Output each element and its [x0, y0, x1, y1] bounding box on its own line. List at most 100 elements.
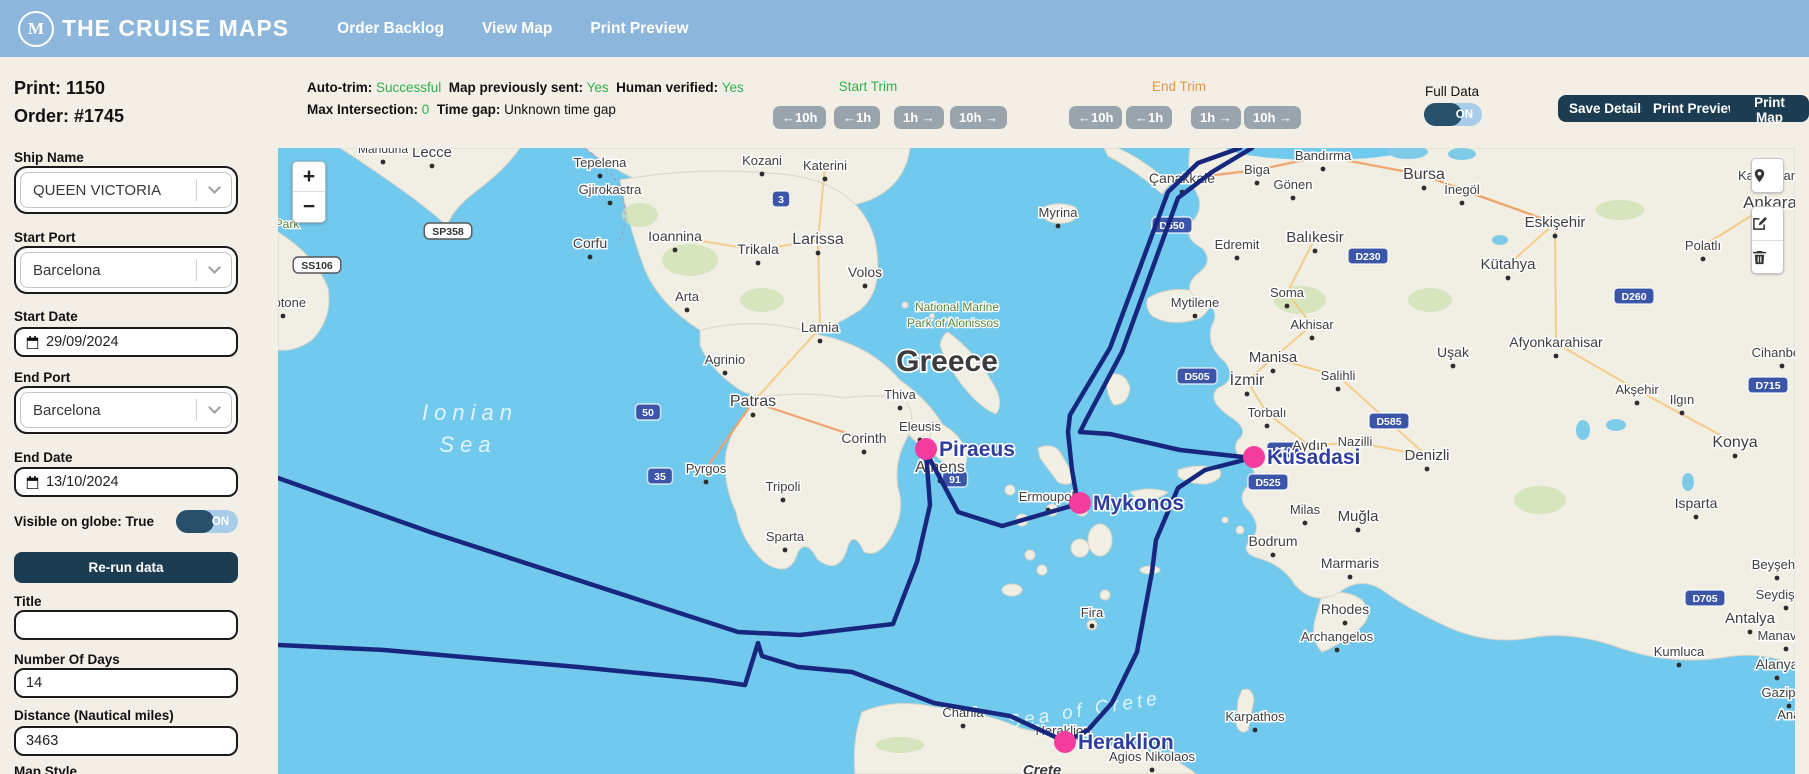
svg-text:Park of Alonissos: Park of Alonissos — [907, 316, 999, 330]
svg-text:D505: D505 — [1184, 371, 1209, 383]
svg-text:Akhisar: Akhisar — [1290, 317, 1334, 332]
sent-label: Map previously sent: — [449, 80, 583, 95]
svg-text:Sea: Sea — [439, 432, 496, 457]
trash-icon — [1752, 250, 1767, 265]
svg-text:Larissa: Larissa — [792, 231, 844, 248]
svg-text:Muğla: Muğla — [1338, 508, 1380, 525]
svg-text:Seydişehir: Seydişehir — [1756, 587, 1795, 602]
svg-text:Polatlı: Polatlı — [1685, 238, 1721, 253]
svg-text:Afyonkarahisar: Afyonkarahisar — [1509, 334, 1603, 350]
svg-text:İnegöl: İnegöl — [1444, 182, 1480, 197]
start-trim-back-1h[interactable]: ←1h — [834, 106, 880, 129]
end-date-label: End Date — [14, 450, 238, 465]
days-label: Number Of Days — [14, 652, 238, 667]
zoom-out-button[interactable]: − — [293, 192, 325, 222]
svg-text:Manisa: Manisa — [1249, 349, 1298, 366]
chevron-down-icon — [208, 181, 221, 194]
svg-text:Salihli: Salihli — [1321, 368, 1356, 383]
delete-button[interactable] — [1752, 240, 1783, 273]
full-data-toggle[interactable]: ON — [1424, 103, 1482, 126]
svg-text:Crete: Crete — [1023, 762, 1061, 774]
map-canvas[interactable]: D550D230D505D585D525D260D715D70535035911… — [278, 148, 1795, 774]
end-trim-fwd-10h[interactable]: 10h → — [1244, 106, 1301, 129]
end-trim-fwd-1h[interactable]: 1h → — [1191, 106, 1241, 129]
edit-button[interactable] — [1752, 207, 1783, 240]
nav-order-backlog[interactable]: Order Backlog — [337, 20, 444, 38]
road-badge: D230 — [1348, 248, 1388, 264]
start-date-input[interactable]: 29/09/2024 — [14, 327, 238, 357]
svg-text:Rhodes: Rhodes — [1321, 601, 1369, 617]
road-badge: D525 — [1248, 474, 1288, 490]
end-port-value: Barcelona — [33, 402, 196, 419]
svg-text:Corfu: Corfu — [573, 235, 607, 251]
end-date-value: 13/10/2024 — [46, 474, 119, 490]
port-marker-piraeus: Piraeus — [915, 438, 1015, 461]
svg-text:Thiva: Thiva — [884, 387, 917, 402]
svg-text:Agrinio: Agrinio — [705, 352, 745, 367]
visible-globe-label: Visible on globe: True — [14, 514, 154, 529]
svg-text:Uşak: Uşak — [1437, 344, 1470, 360]
order-number: Order: #1745 — [14, 106, 238, 127]
svg-text:D715: D715 — [1755, 380, 1780, 392]
end-trim-label: End Trim — [1119, 79, 1239, 94]
nav-print-preview[interactable]: Print Preview — [590, 20, 688, 38]
end-date-input[interactable]: 13/10/2024 — [14, 467, 238, 497]
print-map-button[interactable]: Print Map — [1730, 95, 1809, 122]
map-svg: D550D230D505D585D525D260D715D70535035911… — [278, 148, 1795, 774]
location-pin-button[interactable] — [1752, 159, 1783, 192]
calendar-icon — [26, 476, 39, 489]
svg-text:Katerini: Katerini — [803, 158, 847, 173]
svg-text:D230: D230 — [1355, 251, 1380, 263]
svg-text:Lamia: Lamia — [801, 319, 839, 335]
svg-text:Bursa: Bursa — [1403, 166, 1445, 183]
road-badge: D505 — [1177, 368, 1217, 384]
print-number: Print: 1150 — [14, 78, 238, 99]
visible-globe-toggle[interactable]: ON — [176, 510, 238, 533]
svg-text:Corinth: Corinth — [841, 430, 886, 446]
svg-text:Marmaris: Marmaris — [1321, 555, 1379, 571]
svg-text:Denizli: Denizli — [1404, 447, 1449, 464]
start-date-value: 29/09/2024 — [46, 334, 119, 350]
status-row-1: Auto-trim: Successful Map previously sen… — [307, 80, 744, 95]
start-trim-label: Start Trim — [808, 79, 928, 94]
svg-text:35: 35 — [654, 471, 666, 483]
end-trim-back-10h[interactable]: ←10h — [1069, 106, 1122, 129]
svg-text:Milas: Milas — [1290, 502, 1321, 517]
rerun-data-button[interactable]: Re-run data — [14, 552, 238, 583]
nav-view-map[interactable]: View Map — [482, 20, 552, 38]
edit-icon — [1752, 216, 1767, 231]
svg-text:Patras: Patras — [730, 393, 776, 410]
verified-label: Human verified: — [616, 80, 718, 95]
zoom-in-button[interactable]: + — [293, 162, 325, 192]
start-port-select[interactable]: Barcelona — [14, 246, 238, 294]
title-input[interactable] — [26, 617, 226, 633]
distance-input[interactable] — [26, 733, 226, 749]
svg-text:Lecce: Lecce — [412, 148, 452, 161]
svg-text:Ioannina: Ioannina — [648, 228, 702, 244]
svg-text:Mytilene: Mytilene — [1171, 295, 1219, 310]
ship-name-label: Ship Name — [14, 150, 238, 165]
end-trim-back-1h[interactable]: ←1h — [1126, 106, 1172, 129]
svg-text:SP358: SP358 — [432, 226, 464, 238]
svg-text:İzmir: İzmir — [1230, 370, 1265, 389]
chevron-down-icon — [208, 401, 221, 414]
select-divider — [196, 179, 197, 201]
intersection-label: Max Intersection: — [307, 102, 418, 117]
calendar-icon — [26, 336, 39, 349]
ship-name-value: QUEEN VICTORIA — [33, 182, 196, 199]
svg-text:50: 50 — [642, 407, 654, 419]
svg-text:Soma: Soma — [1270, 285, 1305, 300]
svg-text:Anamur: Anamur — [1777, 707, 1795, 722]
main-nav: Order Backlog View Map Print Preview — [337, 20, 688, 38]
svg-text:Heraklion: Heraklion — [1078, 731, 1174, 754]
start-trim-fwd-1h[interactable]: 1h → — [894, 106, 944, 129]
sent-value: Yes — [587, 80, 609, 95]
road-badge-white: SP358 — [424, 223, 472, 239]
start-trim-back-10h[interactable]: ←10h — [773, 106, 826, 129]
ship-name-select[interactable]: QUEEN VICTORIA — [14, 166, 238, 214]
svg-text:Arta: Arta — [675, 289, 700, 304]
end-port-select[interactable]: Barcelona — [14, 386, 238, 434]
road-badge: 35 — [648, 468, 673, 484]
start-trim-fwd-10h[interactable]: 10h → — [950, 106, 1007, 129]
days-input[interactable] — [26, 675, 226, 691]
